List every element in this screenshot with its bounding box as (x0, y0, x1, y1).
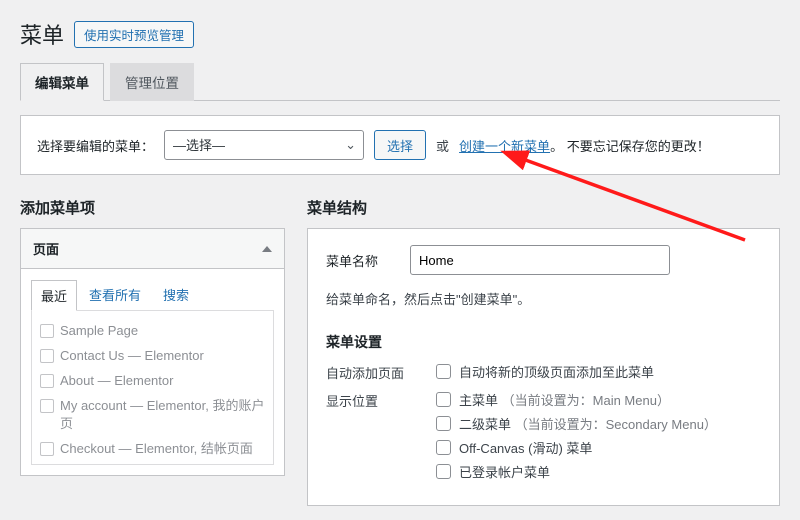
checkbox[interactable] (40, 399, 54, 413)
checkbox[interactable] (436, 440, 451, 455)
caret-up-icon (262, 246, 272, 252)
list-item[interactable]: About — Elementor (38, 369, 267, 394)
tab-manage-locations[interactable]: 管理位置 (110, 63, 194, 101)
pages-metabox: 页面 最近 查看所有 搜索 Sample Page Contact Us — E… (20, 228, 285, 476)
checkbox[interactable] (436, 392, 451, 407)
location-option-main[interactable]: 主菜单 （当前设置为：Main Menu） (436, 390, 717, 409)
location-option-loggedin[interactable]: 已登录帐户菜单 (436, 462, 717, 481)
checkbox[interactable] (436, 464, 451, 479)
selector-or: 或 (436, 136, 449, 155)
menu-structure-heading: 菜单结构 (307, 197, 780, 218)
menu-name-input[interactable] (410, 245, 670, 275)
checkbox[interactable] (40, 324, 54, 338)
live-preview-button[interactable]: 使用实时预览管理 (74, 21, 194, 48)
checkbox[interactable] (436, 416, 451, 431)
pages-metabox-toggle[interactable]: 页面 (21, 229, 284, 269)
auto-add-label: 自动添加页面 (326, 362, 436, 382)
menu-settings-heading: 菜单设置 (326, 332, 761, 352)
list-item[interactable]: Contact Us — Elementor (38, 344, 267, 369)
add-menu-items-heading: 添加菜单项 (20, 197, 285, 218)
subtab-view-all[interactable]: 查看所有 (79, 279, 151, 310)
create-new-menu-link[interactable]: 创建一个新菜单 (459, 139, 550, 154)
pages-metabox-title: 页面 (33, 239, 59, 258)
menu-name-label: 菜单名称 (326, 251, 396, 270)
menu-selector-panel: 选择要编辑的菜单： —选择— ⌄ 选择 或 创建一个新菜单。 不要忘记保存您的更… (20, 115, 780, 175)
select-menu-label: 选择要编辑的菜单： (37, 136, 154, 155)
menu-select[interactable]: —选择— (164, 130, 364, 160)
checkbox[interactable] (436, 364, 451, 379)
tab-bar: 编辑菜单 管理位置 (20, 62, 780, 101)
page-title: 菜单 (20, 18, 64, 50)
checkbox[interactable] (40, 442, 54, 456)
auto-add-option[interactable]: 自动将新的顶级页面添加至此菜单 (436, 362, 654, 381)
checkbox[interactable] (40, 374, 54, 388)
display-location-label: 显示位置 (326, 390, 436, 410)
list-item[interactable]: Sample Page (38, 319, 267, 344)
pages-list[interactable]: Sample Page Contact Us — Elementor About… (31, 310, 274, 465)
pages-subtabs: 最近 查看所有 搜索 (21, 269, 284, 310)
menu-structure-panel: 菜单名称 给菜单命名，然后点击"创建菜单"。 菜单设置 自动添加页面 自动将新的… (307, 228, 780, 506)
create-menu-note: 给菜单命名，然后点击"创建菜单"。 (326, 289, 761, 308)
checkbox[interactable] (40, 349, 54, 363)
tab-edit-menus[interactable]: 编辑菜单 (20, 63, 104, 101)
selector-period: 。 (550, 139, 563, 154)
subtab-search[interactable]: 搜索 (153, 279, 199, 310)
subtab-recent[interactable]: 最近 (31, 280, 77, 311)
save-reminder: 不要忘记保存您的更改！ (567, 139, 710, 154)
select-button[interactable]: 选择 (374, 130, 426, 160)
location-option-offcanvas[interactable]: Off-Canvas (滑动) 菜单 (436, 438, 717, 457)
list-item[interactable]: Checkout — Elementor, 结帐页面 (38, 437, 267, 462)
list-item[interactable]: My account — Elementor, 我的账户页 (38, 394, 267, 438)
location-option-secondary[interactable]: 二级菜单 （当前设置为：Secondary Menu） (436, 414, 717, 433)
